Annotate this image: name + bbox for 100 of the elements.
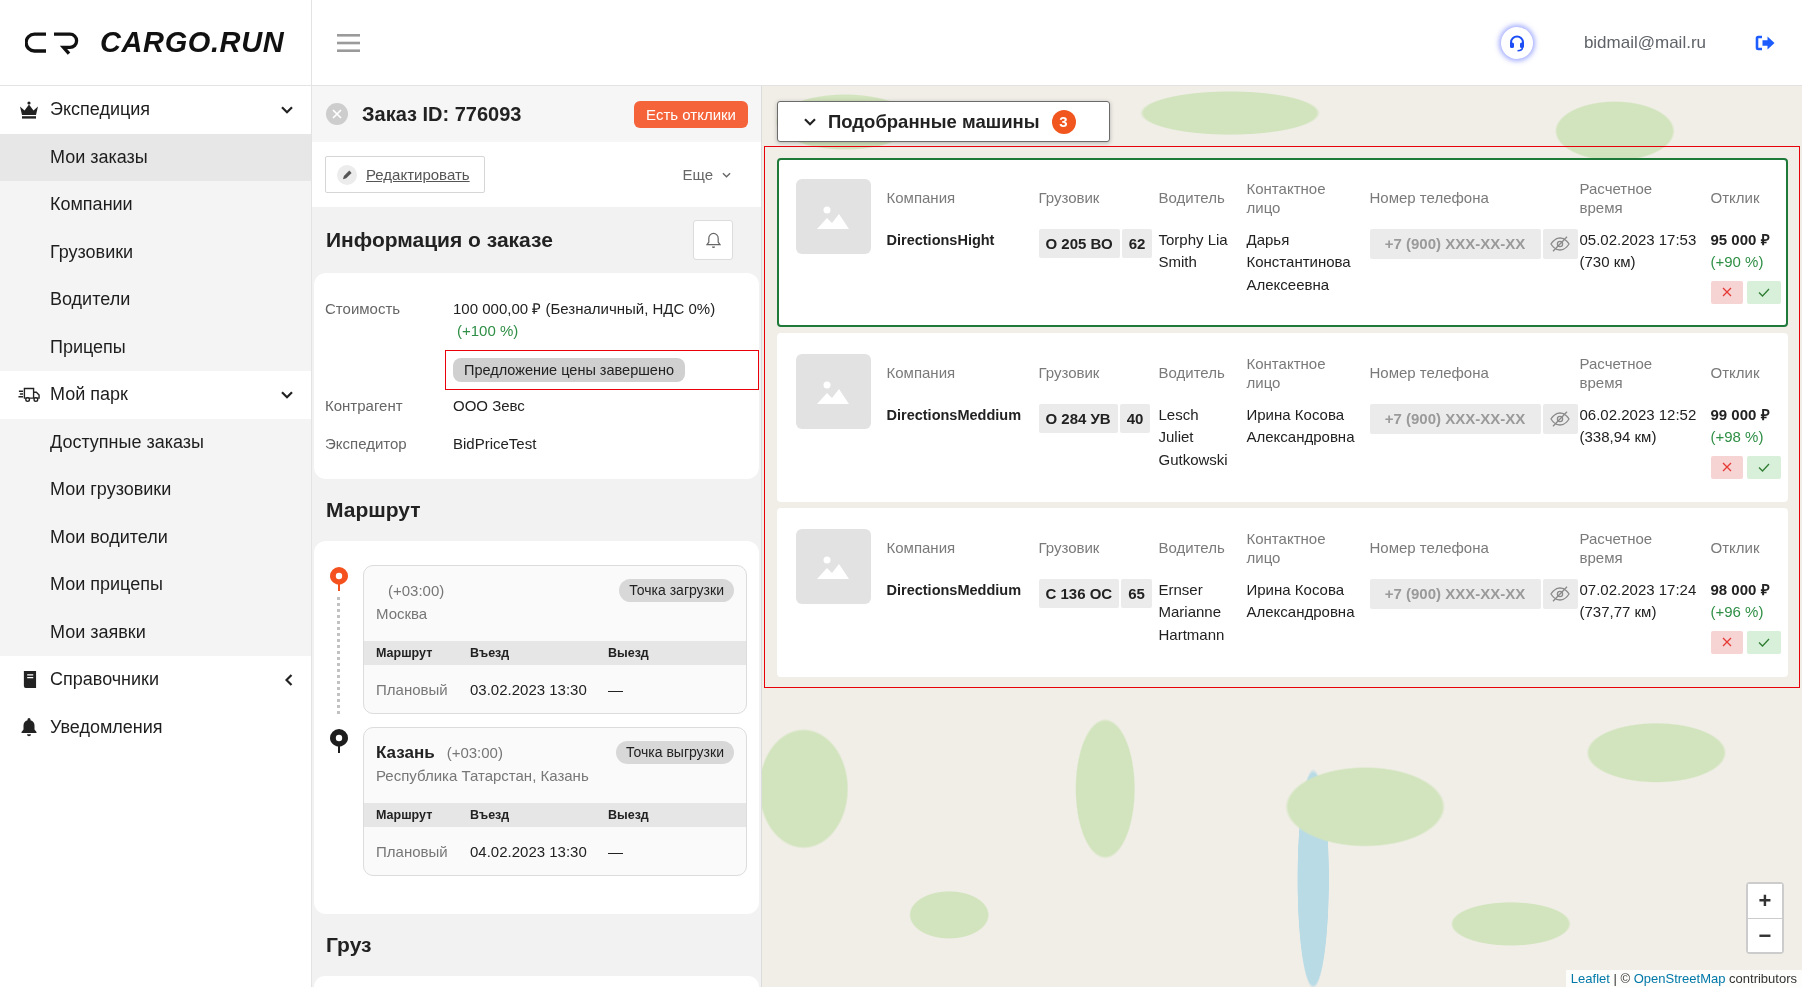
table-cell-text: Плановый (376, 680, 449, 698)
price: 95 000 ₽ (1710, 229, 1771, 250)
headset-icon (1507, 33, 1526, 52)
nav-item[interactable]: Водители (0, 276, 311, 324)
reject-button[interactable] (1710, 455, 1743, 479)
stop-timezone: (+03:00) (446, 743, 503, 763)
cross-icon (1721, 637, 1732, 647)
contact-name: Дарья Константинова Алексеевна (1246, 229, 1352, 295)
phone-field: +7 (900) XXX-XX-XX (1369, 228, 1541, 259)
more-button[interactable]: Еще (682, 166, 731, 183)
price-change: (+90 %) (1710, 252, 1765, 272)
plate-number: С 136 ОС (1038, 578, 1120, 608)
section-title: Груз (326, 933, 373, 957)
map-pin-icon (328, 728, 349, 754)
plate-number: О 284 УВ (1038, 403, 1118, 433)
accept-button[interactable] (1746, 630, 1781, 654)
status-pill: Предложение цены завершено (453, 358, 685, 382)
column-header: Номер телефона (1369, 363, 1490, 382)
price-change: (+100 %) (457, 321, 520, 341)
column-header: Грузовик (1038, 188, 1101, 207)
check-icon (1757, 462, 1770, 472)
nav-item[interactable]: Мои грузовики (0, 466, 311, 514)
table-cell-text: Плановый (376, 842, 449, 860)
column-header: Маршрут (376, 808, 434, 822)
logout-button[interactable] (1755, 34, 1775, 51)
nav-item[interactable]: Грузовики (0, 228, 311, 276)
column-header: Расчетное время (1579, 528, 1654, 567)
status-badge: Есть отклики (634, 100, 748, 128)
column-header: Расчетное время (1579, 178, 1654, 217)
eta-distance: (730 км) (1579, 252, 1637, 272)
book-icon (21, 670, 37, 690)
accept-button[interactable] (1746, 455, 1781, 479)
stop-timezone: (+03:00) (388, 581, 445, 601)
field-label: Экспедитор (325, 434, 408, 454)
nav-item[interactable]: Мои прицепы (0, 561, 311, 609)
column-header: Отклик (1710, 363, 1761, 382)
support-button[interactable] (1500, 26, 1533, 59)
show-phone-button[interactable] (1542, 228, 1578, 259)
cross-icon (1721, 462, 1732, 472)
column-header: Контактное лицо (1246, 178, 1327, 217)
table-cell-text: 04.02.2023 13:30 (470, 842, 588, 860)
crown-icon (19, 100, 39, 119)
field-label: Стоимость (325, 299, 402, 319)
plate-number: О 205 ВО (1038, 228, 1120, 258)
column-header: Въезд (470, 646, 511, 660)
stop-tag: Точка выгрузки (616, 741, 734, 764)
eta-datetime: 06.02.2023 12:52 (1579, 404, 1698, 425)
match-card[interactable] (776, 157, 1788, 327)
user-email: bidmail@mail.ru (1583, 32, 1706, 53)
nav-item[interactable]: Компании (0, 181, 311, 229)
accept-button[interactable] (1746, 280, 1781, 304)
leaflet-link[interactable]: Leaflet (1570, 971, 1610, 986)
section-title: Маршрут (326, 498, 422, 522)
column-header: Контактное лицо (1246, 528, 1327, 567)
eta-datetime: 05.02.2023 17:53 (1579, 229, 1698, 250)
column-header: Контактное лицо (1246, 353, 1327, 392)
column-header: Грузовик (1038, 363, 1101, 382)
column-header: Грузовик (1038, 538, 1101, 557)
column-header: Номер телефона (1369, 188, 1490, 207)
matches-toggle[interactable]: Подобранные машины 3 (777, 101, 1110, 142)
nav-item[interactable]: Мои заказы (0, 133, 311, 181)
plate-region: 40 (1119, 403, 1151, 433)
field-value: BidPriceTest (453, 435, 537, 452)
eta-datetime: 07.02.2023 17:24 (1579, 579, 1698, 600)
menu-button[interactable] (337, 33, 360, 52)
table-cell-text: — (608, 842, 624, 860)
column-header: Выезд (608, 808, 650, 822)
plate-region: 62 (1121, 228, 1153, 258)
column-header: Выезд (608, 646, 650, 660)
eta-distance: (338,94 км) (1579, 427, 1658, 447)
nav-item[interactable]: Прицепы (0, 323, 311, 371)
phone-field: +7 (900) XXX-XX-XX (1369, 578, 1541, 609)
cross-icon (1721, 287, 1732, 297)
table-cell-text: 03.02.2023 13:30 (470, 680, 588, 698)
nav-item[interactable]: Мои водители (0, 513, 311, 561)
column-header: Маршрут (376, 646, 434, 660)
notification-button[interactable] (693, 220, 733, 260)
menu-icon (337, 33, 360, 52)
company-name: DirectionsMeddium (886, 580, 1023, 600)
show-phone-button[interactable] (1542, 403, 1578, 434)
show-phone-button[interactable] (1542, 578, 1578, 609)
zoom-out-button[interactable]: − (1748, 918, 1782, 952)
edit-button[interactable]: Редактировать (325, 156, 485, 193)
field-value: 100 000,00 ₽ (Безналичный, НДС 0%) (453, 300, 716, 317)
company-name: DirectionsHight (886, 230, 996, 250)
osm-link[interactable]: OpenStreetMap (1633, 971, 1726, 986)
count-badge: 3 (1051, 109, 1076, 134)
reject-button[interactable] (1710, 280, 1743, 304)
reject-button[interactable] (1710, 630, 1743, 654)
column-header: Компания (886, 188, 957, 207)
chevron-down-icon (722, 171, 731, 178)
stop-address: Республика Татарстан, Казань (376, 766, 590, 786)
nav-item[interactable]: Мои заявки (0, 608, 311, 656)
column-header: Компания (886, 363, 957, 382)
order-title: Заказ ID: 776093 (362, 102, 523, 126)
logo-text: CARGO.RUN (100, 26, 285, 59)
table-cell-text: — (608, 680, 624, 698)
column-header: Водитель (1158, 188, 1226, 207)
nav-item[interactable]: Доступные заказы (0, 418, 311, 466)
column-header: Водитель (1158, 538, 1226, 557)
